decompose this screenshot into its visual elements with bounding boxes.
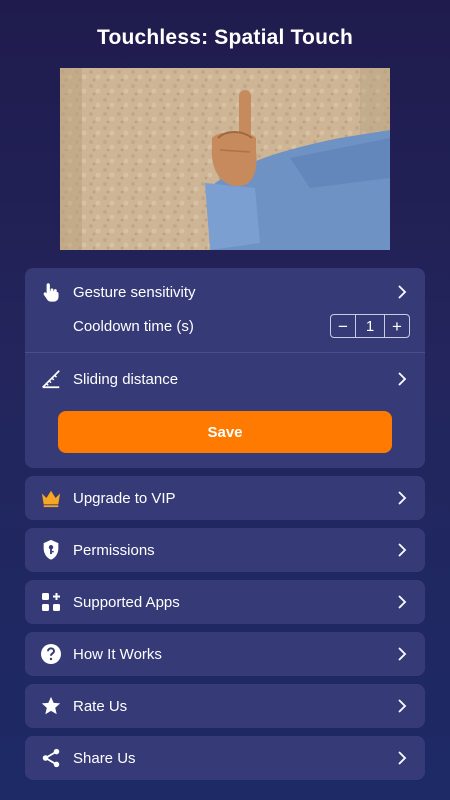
decrement-button[interactable]: − xyxy=(331,315,355,337)
menu-item-rate-us[interactable]: Rate Us xyxy=(25,684,425,728)
cooldown-stepper: − 1 + xyxy=(330,314,410,338)
menu-item-label: Share Us xyxy=(73,749,136,767)
camera-preview xyxy=(60,68,390,250)
apps-grid-icon xyxy=(39,590,63,614)
increment-button[interactable]: + xyxy=(385,315,409,337)
settings-card: Gesture sensitivity Cooldown time (s) − … xyxy=(25,268,425,468)
chevron-right-icon xyxy=(395,543,409,557)
menu-item-label: Upgrade to VIP xyxy=(73,489,176,507)
page-title: Touchless: Spatial Touch xyxy=(96,26,354,49)
menu-item-upgrade-vip[interactable]: Upgrade to VIP xyxy=(25,476,425,520)
menu-item-label: How It Works xyxy=(73,645,162,663)
chevron-right-icon xyxy=(395,595,409,609)
menu-item-how-it-works[interactable]: How It Works xyxy=(25,632,425,676)
ruler-icon xyxy=(39,367,63,391)
crown-icon xyxy=(39,486,63,510)
chevron-right-icon xyxy=(395,751,409,765)
chevron-right-icon xyxy=(395,647,409,661)
menu-item-permissions[interactable]: Permissions xyxy=(25,528,425,572)
chevron-right-icon xyxy=(395,699,409,713)
share-icon xyxy=(39,746,63,770)
divider xyxy=(25,352,425,353)
help-icon xyxy=(39,642,63,666)
chevron-right-icon xyxy=(395,285,409,299)
cooldown-value[interactable]: 1 xyxy=(355,315,385,337)
sliding-distance-row[interactable]: Sliding distance xyxy=(25,357,425,401)
menu-item-share-us[interactable]: Share Us xyxy=(25,736,425,780)
chevron-right-icon xyxy=(395,491,409,505)
gesture-sensitivity-label: Gesture sensitivity xyxy=(73,283,196,301)
menu-item-supported-apps[interactable]: Supported Apps xyxy=(25,580,425,624)
cooldown-time-label: Cooldown time (s) xyxy=(73,317,194,335)
menu-item-label: Supported Apps xyxy=(73,593,180,611)
star-icon xyxy=(39,694,63,718)
sliding-distance-label: Sliding distance xyxy=(73,370,179,388)
pointing-hand-icon xyxy=(39,280,63,304)
shield-key-icon xyxy=(39,538,63,562)
chevron-right-icon xyxy=(395,372,409,386)
save-button[interactable]: Save xyxy=(58,411,392,453)
menu-item-label: Rate Us xyxy=(73,697,128,715)
menu-item-label: Permissions xyxy=(73,541,155,559)
